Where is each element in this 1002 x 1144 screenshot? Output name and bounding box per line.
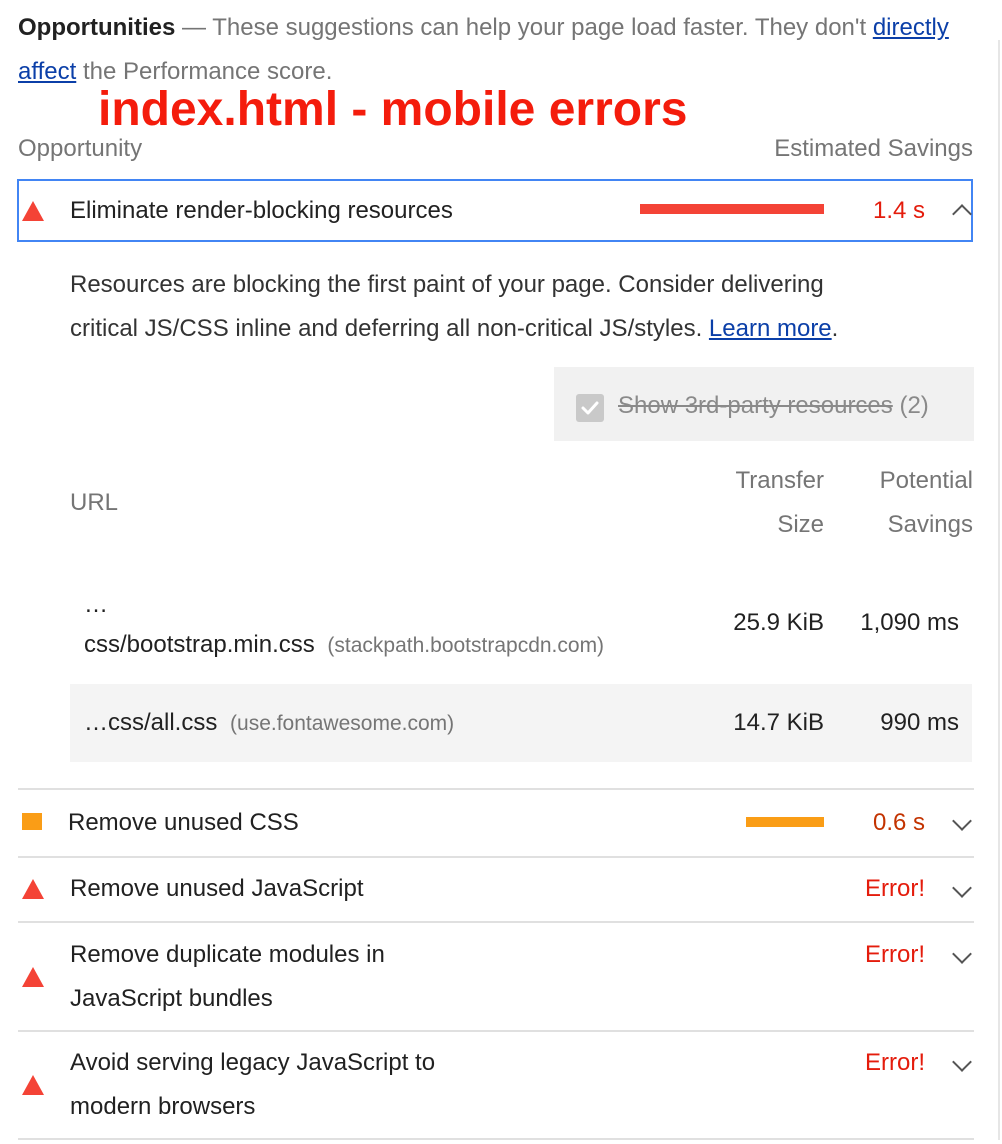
header-description-end: the Performance score. [82,58,333,85]
audit-title[interactable]: Remove unused CSS [68,806,299,840]
url-text[interactable]: css/bootstrap.min.css [84,631,315,658]
audit-savings: 0.6 s [872,809,925,836]
transfer-line1: Transfer [735,467,824,494]
description-line2: critical JS/CSS inline and deferring all… [70,315,703,342]
header-dash: — [182,14,206,41]
divider [18,921,974,923]
average-square-icon [22,813,42,830]
audit-savings: Error! [865,941,925,968]
learn-more-link[interactable]: Learn more [709,315,832,342]
table-row-url: css/bootstrap.min.css (stackpath.bootstr… [84,628,604,663]
chevron-down-icon[interactable] [952,878,972,898]
transfer-line2: Size [777,511,824,538]
table-header-potential-savings: Potential Savings [880,459,973,547]
chevron-down-icon[interactable] [952,811,972,831]
table-row-savings: 1,090 ms [860,609,959,636]
fail-triangle-icon [22,1075,44,1095]
column-header-savings: Estimated Savings [774,135,973,162]
table-row-url: …css/all.css (use.fontawesome.com) [84,706,454,741]
opportunities-header: Opportunities — These suggestions can he… [18,6,978,94]
audit-description: Resources are blocking the first paint o… [70,263,950,351]
savings-line1: Potential [879,467,973,494]
savings-bar [640,204,824,214]
section-title: Opportunities [18,14,176,41]
audit-title-line2: modern browsers [70,1093,256,1120]
audit-title-line1: Avoid serving legacy JavaScript to [70,1049,436,1076]
table-row-savings: 990 ms [880,709,959,736]
savings-line2: Savings [887,511,973,538]
table-row-url-prefix: … [84,591,108,618]
table-header-url: URL [70,489,119,516]
chevron-down-icon[interactable] [952,944,972,964]
third-party-label-text: Show 3rd-party resources [618,392,893,419]
scrollbar-track[interactable] [998,40,1000,1140]
chevron-down-icon[interactable] [952,1052,972,1072]
audit-title[interactable]: Avoid serving legacy JavaScript to moder… [70,1041,435,1129]
fail-triangle-icon [22,879,44,899]
audit-savings: Error! [865,1049,925,1076]
audit-title: Eliminate render-blocking resources [70,197,453,224]
third-party-checkbox[interactable] [576,394,604,422]
column-header-opportunity: Opportunity [18,135,143,162]
overlay-annotation: index.html - mobile errors [98,83,688,136]
header-description: These suggestions can help your page loa… [212,14,867,41]
divider [18,788,974,790]
divider [18,1030,974,1032]
table-row-size: 14.7 KiB [733,709,824,736]
divider [18,1138,974,1140]
third-party-label[interactable]: Show 3rd-party resources (2) [618,389,929,423]
fail-triangle-icon [22,201,44,221]
audit-savings: 1.4 s [872,197,925,224]
checkmark-icon [581,401,599,415]
url-host: (stackpath.bootstrapcdn.com) [327,634,605,657]
audit-savings: Error! [865,875,925,902]
audit-title-line2: JavaScript bundles [70,985,273,1012]
url-host: (use.fontawesome.com) [230,712,455,735]
divider [18,856,974,858]
table-row-size: 25.9 KiB [733,609,824,636]
description-period: . [831,315,839,342]
description-line1: Resources are blocking the first paint o… [70,271,824,298]
audit-title[interactable]: Remove unused JavaScript [70,872,363,906]
savings-bar [746,817,824,827]
fail-triangle-icon [22,967,44,987]
third-party-count: (2) [899,392,929,419]
url-text[interactable]: …css/all.css [84,709,217,736]
audit-title[interactable]: Remove duplicate modules in JavaScript b… [70,933,385,1021]
table-header-transfer-size: Transfer Size [736,459,824,547]
audit-title-line1: Remove duplicate modules in [70,941,385,968]
